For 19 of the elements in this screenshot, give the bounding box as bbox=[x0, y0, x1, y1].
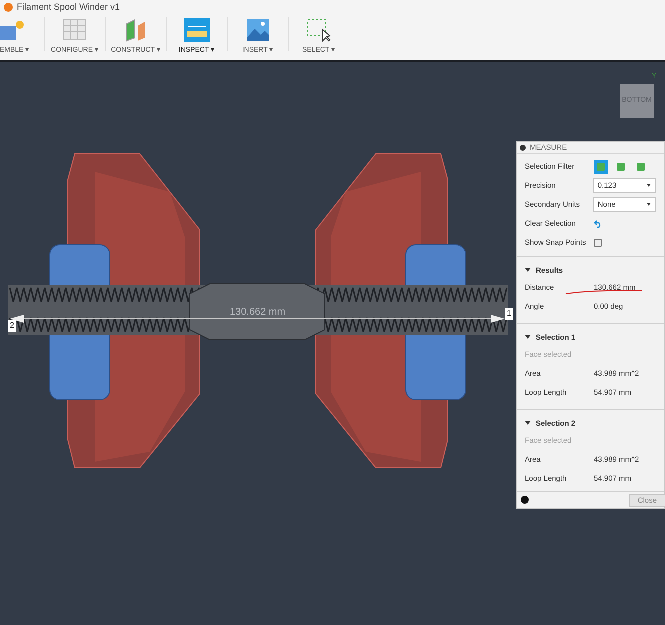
app-logo-icon bbox=[4, 3, 13, 12]
image-icon bbox=[245, 18, 271, 42]
point-marker: 1 bbox=[505, 308, 514, 320]
point-marker: 2 bbox=[8, 320, 16, 332]
table-icon bbox=[62, 18, 88, 42]
selection-box-icon bbox=[306, 18, 332, 42]
panel-icon bbox=[520, 144, 526, 151]
caret-icon bbox=[647, 184, 651, 188]
dimension-label: 130.662 mm bbox=[230, 306, 286, 320]
ruler-icon bbox=[184, 18, 210, 42]
expand-toggle-icon[interactable] bbox=[525, 268, 531, 272]
caret-icon bbox=[647, 203, 651, 206]
checkbox[interactable] bbox=[594, 238, 602, 247]
window-title: Filament Spool Winder v1 bbox=[17, 3, 120, 12]
info-icon[interactable] bbox=[521, 496, 529, 504]
undo-icon[interactable] bbox=[594, 220, 603, 228]
expand-toggle-icon[interactable] bbox=[525, 335, 531, 340]
filter-option-button[interactable] bbox=[594, 160, 608, 174]
expand-toggle-icon[interactable] bbox=[525, 421, 531, 426]
